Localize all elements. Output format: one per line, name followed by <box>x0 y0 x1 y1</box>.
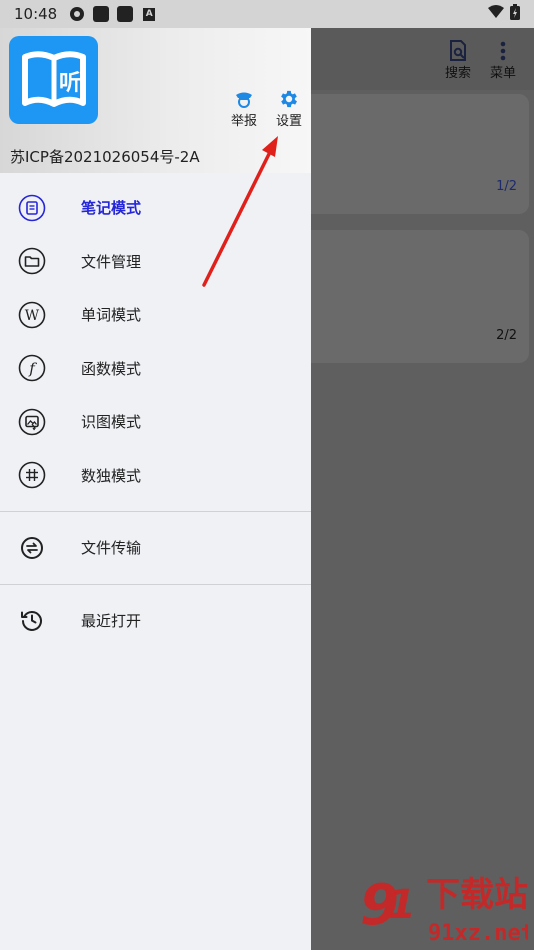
status-bar: 10:48 A <box>0 0 534 28</box>
menu-item-word-mode[interactable]: W 单词模式 <box>0 288 311 342</box>
app-logo: 听 <box>9 36 98 124</box>
watermark-url: 91xz.net <box>428 921 528 946</box>
report-button[interactable]: 举报 <box>231 88 257 129</box>
note-card[interactable]: 2/2 <box>300 230 529 363</box>
menu-item-note-mode[interactable]: 笔记模式 <box>0 181 311 235</box>
icp-license: 苏ICP备2021026054号-2A <box>10 148 200 166</box>
function-icon: f <box>18 354 46 382</box>
watermark-text: 下载站 <box>426 875 528 915</box>
menu-item-label: 笔记模式 <box>81 199 142 218</box>
search-icon <box>448 40 468 62</box>
search-label: 搜索 <box>444 66 471 81</box>
menu-item-label: 函数模式 <box>81 359 142 378</box>
menu-label: 菜单 <box>489 66 516 81</box>
menu-item-recently-opened[interactable]: 最近打开 <box>0 594 311 648</box>
menu-item-label: 文件传输 <box>81 539 142 558</box>
menu-button[interactable]: 菜单 <box>483 40 523 81</box>
menu-item-function-mode[interactable]: f 函数模式 <box>0 342 311 396</box>
card-page-indicator: 1/2 <box>496 179 517 194</box>
history-icon <box>18 606 46 634</box>
sudoku-icon <box>18 461 46 489</box>
menu-item-label: 最近打开 <box>81 611 142 630</box>
watermark-logo: 9 1 下载站 91xz.net <box>360 873 528 946</box>
menu-item-file-management[interactable]: 文件管理 <box>0 235 311 289</box>
gear-icon <box>278 88 300 110</box>
report-label: 举报 <box>231 114 258 129</box>
drawer-menu: 笔记模式 文件管理 W 单词模式 f 函数模式 识图模式 数独模式 文件传输 最… <box>0 173 311 647</box>
notification-icon <box>93 6 110 22</box>
note-icon <box>18 194 46 222</box>
menu-divider <box>0 511 311 512</box>
drawer-header: 听 举报 设置 苏ICP备2021026054号-2A <box>0 28 311 173</box>
svg-text:f: f <box>28 360 37 378</box>
settings-button[interactable]: 设置 <box>276 88 302 129</box>
notification-a-icon: A <box>143 7 156 21</box>
settings-label: 设置 <box>276 114 303 129</box>
status-time: 10:48 <box>14 5 58 23</box>
menu-item-file-transfer[interactable]: 文件传输 <box>0 521 311 575</box>
navigation-drawer: 听 举报 设置 苏ICP备2021026054号-2A 笔记模式 文件管理 W … <box>0 28 311 950</box>
note-card[interactable]: 1/2 <box>300 94 529 214</box>
police-icon <box>234 88 254 110</box>
card-page-indicator: 2/2 <box>496 328 517 343</box>
book-icon: 听 <box>21 51 86 107</box>
notification-icon <box>117 6 134 22</box>
folder-icon <box>18 247 46 275</box>
menu-item-image-recognition-mode[interactable]: 识图模式 <box>0 395 311 449</box>
image-recognition-icon <box>18 408 46 436</box>
menu-item-label: 单词模式 <box>81 306 142 325</box>
menu-item-sudoku-mode[interactable]: 数独模式 <box>0 449 311 503</box>
menu-item-label: 文件管理 <box>81 252 142 271</box>
notification-app-icon <box>69 6 85 22</box>
search-button[interactable]: 搜索 <box>438 40 478 81</box>
svg-text:W: W <box>25 308 40 324</box>
menu-item-label: 数独模式 <box>81 466 142 485</box>
menu-item-label: 识图模式 <box>81 413 142 432</box>
transfer-icon <box>18 534 46 562</box>
wifi-icon <box>488 5 504 23</box>
menu-divider <box>0 583 311 585</box>
word-icon: W <box>18 301 46 329</box>
battery-icon <box>510 4 520 24</box>
more-vertical-icon <box>500 40 506 62</box>
svg-text:1: 1 <box>388 882 416 928</box>
logo-text: 听 <box>58 71 80 96</box>
